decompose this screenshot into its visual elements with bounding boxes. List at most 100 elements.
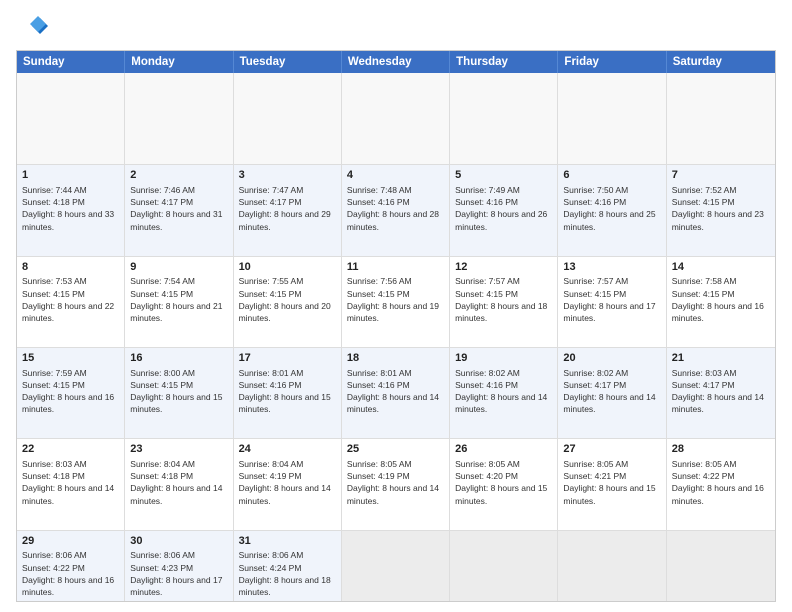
day-number: 7 <box>672 168 770 183</box>
calendar-cell: 13Sunrise: 7:57 AMSunset: 4:15 PMDayligh… <box>558 257 666 347</box>
calendar-cell <box>17 73 125 164</box>
header <box>16 12 776 44</box>
day-number: 2 <box>130 168 227 183</box>
cell-info: Sunrise: 8:05 AMSunset: 4:22 PMDaylight:… <box>672 459 764 505</box>
day-number: 12 <box>455 260 552 275</box>
calendar-cell: 28 Sunrise: 8:05 AMSunset: 4:22 PMDayligh… <box>667 439 775 529</box>
day-number: 1 <box>22 168 119 183</box>
calendar-cell <box>667 73 775 164</box>
header-day-thursday: Thursday <box>450 51 558 73</box>
header-day-friday: Friday <box>558 51 666 73</box>
day-number: 9 <box>130 260 227 275</box>
calendar-cell: 12Sunrise: 7:57 AMSunset: 4:15 PMDayligh… <box>450 257 558 347</box>
calendar-cell: 1 Sunrise: 7:44 AMSunset: 4:18 PMDaylight… <box>17 165 125 255</box>
day-number: 27 <box>563 442 660 457</box>
day-number: 30 <box>130 534 227 549</box>
day-number: 4 <box>347 168 444 183</box>
calendar-cell <box>558 531 666 601</box>
cell-info: Sunrise: 7:47 AMSunset: 4:17 PMDaylight:… <box>239 185 331 231</box>
cell-info: Sunrise: 8:03 AMSunset: 4:17 PMDaylight:… <box>672 368 764 414</box>
calendar-row-0 <box>17 73 775 164</box>
cell-info: Sunrise: 7:59 AMSunset: 4:15 PMDaylight:… <box>22 368 114 414</box>
calendar-cell: 26 Sunrise: 8:05 AMSunset: 4:20 PMDayligh… <box>450 439 558 529</box>
calendar-cell: 29Sunrise: 8:06 AMSunset: 4:22 PMDayligh… <box>17 531 125 601</box>
day-number: 11 <box>347 260 444 275</box>
calendar-cell: 7Sunrise: 7:52 AMSunset: 4:15 PMDaylight… <box>667 165 775 255</box>
cell-info: Sunrise: 7:46 AMSunset: 4:17 PMDaylight:… <box>130 185 222 231</box>
calendar-row-4: 22 Sunrise: 8:03 AMSunset: 4:18 PMDayligh… <box>17 438 775 529</box>
calendar-cell: 25 Sunrise: 8:05 AMSunset: 4:19 PMDayligh… <box>342 439 450 529</box>
calendar-cell: 30Sunrise: 8:06 AMSunset: 4:23 PMDayligh… <box>125 531 233 601</box>
page: SundayMondayTuesdayWednesdayThursdayFrid… <box>0 0 792 612</box>
cell-info: Sunrise: 7:48 AMSunset: 4:16 PMDaylight:… <box>347 185 439 231</box>
calendar-row-5: 29Sunrise: 8:06 AMSunset: 4:22 PMDayligh… <box>17 530 775 601</box>
day-number: 18 <box>347 351 444 366</box>
calendar-cell <box>450 531 558 601</box>
cell-info: Sunrise: 7:55 AMSunset: 4:15 PMDaylight:… <box>239 276 331 322</box>
calendar-cell: 5 Sunrise: 7:49 AMSunset: 4:16 PMDaylight… <box>450 165 558 255</box>
calendar-cell: 14Sunrise: 7:58 AMSunset: 4:15 PMDayligh… <box>667 257 775 347</box>
calendar-row-2: 8Sunrise: 7:53 AMSunset: 4:15 PMDaylight… <box>17 256 775 347</box>
cell-info: Sunrise: 7:53 AMSunset: 4:15 PMDaylight:… <box>22 276 114 322</box>
calendar-cell <box>450 73 558 164</box>
day-number: 23 <box>130 442 227 457</box>
calendar-cell: 17Sunrise: 8:01 AMSunset: 4:16 PMDayligh… <box>234 348 342 438</box>
cell-info: Sunrise: 7:49 AMSunset: 4:16 PMDaylight:… <box>455 185 547 231</box>
calendar-cell: 23 Sunrise: 8:04 AMSunset: 4:18 PMDayligh… <box>125 439 233 529</box>
calendar-row-3: 15 Sunrise: 7:59 AMSunset: 4:15 PMDayligh… <box>17 347 775 438</box>
day-number: 5 <box>455 168 552 183</box>
header-day-wednesday: Wednesday <box>342 51 450 73</box>
cell-info: Sunrise: 8:06 AMSunset: 4:23 PMDaylight:… <box>130 550 222 596</box>
calendar-cell: 11Sunrise: 7:56 AMSunset: 4:15 PMDayligh… <box>342 257 450 347</box>
calendar-cell <box>125 73 233 164</box>
calendar-cell: 3Sunrise: 7:47 AMSunset: 4:17 PMDaylight… <box>234 165 342 255</box>
logo-area <box>16 12 50 44</box>
day-number: 13 <box>563 260 660 275</box>
day-number: 16 <box>130 351 227 366</box>
cell-info: Sunrise: 8:03 AMSunset: 4:18 PMDaylight:… <box>22 459 114 505</box>
cell-info: Sunrise: 8:06 AMSunset: 4:22 PMDaylight:… <box>22 550 114 596</box>
cell-info: Sunrise: 8:05 AMSunset: 4:21 PMDaylight:… <box>563 459 655 505</box>
day-number: 26 <box>455 442 552 457</box>
calendar-cell: 8Sunrise: 7:53 AMSunset: 4:15 PMDaylight… <box>17 257 125 347</box>
calendar-cell: 27 Sunrise: 8:05 AMSunset: 4:21 PMDayligh… <box>558 439 666 529</box>
cell-info: Sunrise: 8:05 AMSunset: 4:20 PMDaylight:… <box>455 459 547 505</box>
cell-info: Sunrise: 7:44 AMSunset: 4:18 PMDaylight:… <box>22 185 114 231</box>
cell-info: Sunrise: 8:00 AMSunset: 4:15 PMDaylight:… <box>130 368 222 414</box>
day-number: 6 <box>563 168 660 183</box>
cell-info: Sunrise: 8:01 AMSunset: 4:16 PMDaylight:… <box>347 368 439 414</box>
header-day-tuesday: Tuesday <box>234 51 342 73</box>
day-number: 17 <box>239 351 336 366</box>
day-number: 24 <box>239 442 336 457</box>
day-number: 19 <box>455 351 552 366</box>
header-day-monday: Monday <box>125 51 233 73</box>
day-number: 22 <box>22 442 119 457</box>
cell-info: Sunrise: 8:04 AMSunset: 4:19 PMDaylight:… <box>239 459 331 505</box>
cell-info: Sunrise: 8:06 AMSunset: 4:24 PMDaylight:… <box>239 550 331 596</box>
calendar-cell: 16 Sunrise: 8:00 AMSunset: 4:15 PMDayligh… <box>125 348 233 438</box>
cell-info: Sunrise: 7:58 AMSunset: 4:15 PMDaylight:… <box>672 276 764 322</box>
calendar-cell: 18 Sunrise: 8:01 AMSunset: 4:16 PMDayligh… <box>342 348 450 438</box>
calendar-cell <box>234 73 342 164</box>
calendar-cell: 24 Sunrise: 8:04 AMSunset: 4:19 PMDayligh… <box>234 439 342 529</box>
calendar-cell: 15 Sunrise: 7:59 AMSunset: 4:15 PMDayligh… <box>17 348 125 438</box>
calendar-cell: 31Sunrise: 8:06 AMSunset: 4:24 PMDayligh… <box>234 531 342 601</box>
day-number: 21 <box>672 351 770 366</box>
cell-info: Sunrise: 7:54 AMSunset: 4:15 PMDaylight:… <box>130 276 222 322</box>
day-number: 25 <box>347 442 444 457</box>
calendar-cell: 2 Sunrise: 7:46 AMSunset: 4:17 PMDaylight… <box>125 165 233 255</box>
calendar-header: SundayMondayTuesdayWednesdayThursdayFrid… <box>17 51 775 73</box>
calendar-cell: 22 Sunrise: 8:03 AMSunset: 4:18 PMDayligh… <box>17 439 125 529</box>
cell-info: Sunrise: 8:02 AMSunset: 4:16 PMDaylight:… <box>455 368 547 414</box>
calendar: SundayMondayTuesdayWednesdayThursdayFrid… <box>16 50 776 602</box>
cell-info: Sunrise: 8:05 AMSunset: 4:19 PMDaylight:… <box>347 459 439 505</box>
day-number: 15 <box>22 351 119 366</box>
day-number: 28 <box>672 442 770 457</box>
cell-info: Sunrise: 7:57 AMSunset: 4:15 PMDaylight:… <box>455 276 547 322</box>
day-number: 14 <box>672 260 770 275</box>
calendar-cell: 10Sunrise: 7:55 AMSunset: 4:15 PMDayligh… <box>234 257 342 347</box>
calendar-cell: 20Sunrise: 8:02 AMSunset: 4:17 PMDayligh… <box>558 348 666 438</box>
calendar-cell <box>342 531 450 601</box>
calendar-cell <box>667 531 775 601</box>
cell-info: Sunrise: 8:04 AMSunset: 4:18 PMDaylight:… <box>130 459 222 505</box>
